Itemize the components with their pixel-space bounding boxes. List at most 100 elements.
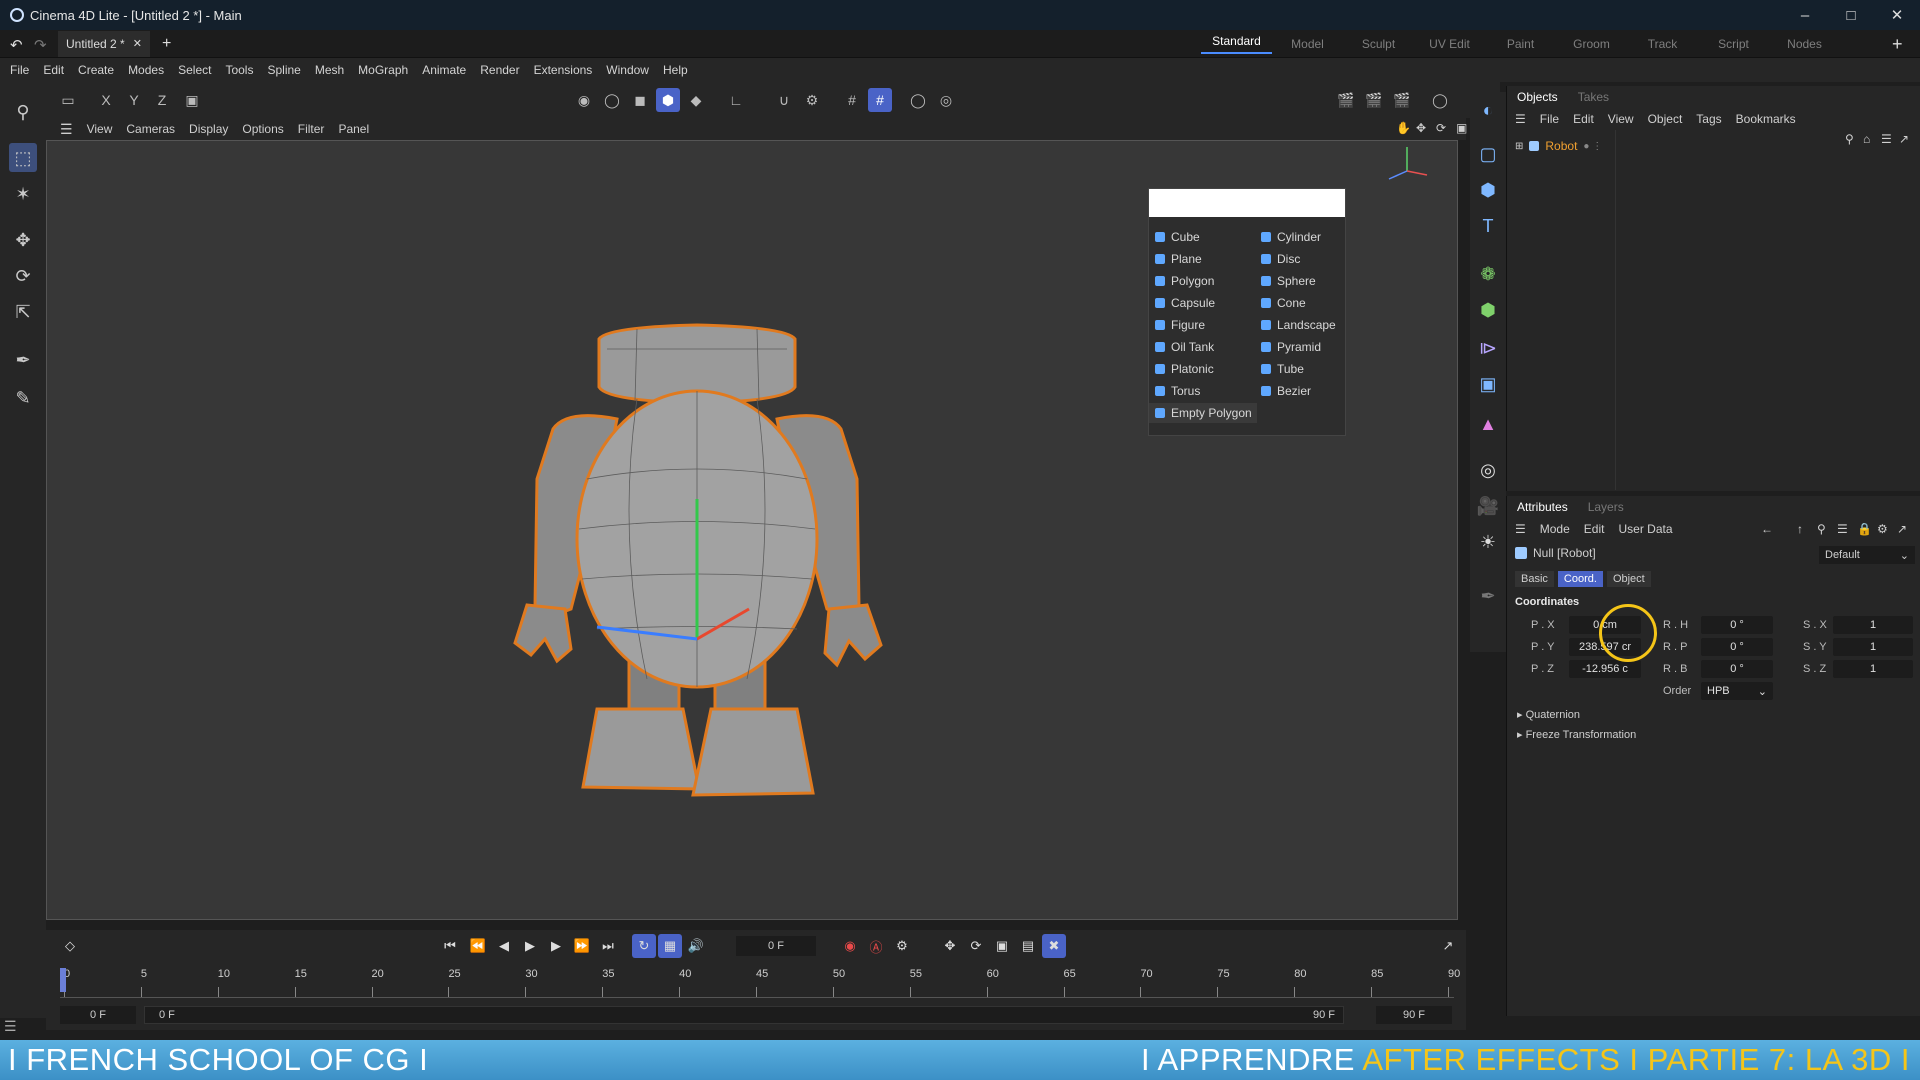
sketch-tool-icon[interactable]: ✎ (9, 384, 37, 412)
popup-item-landscape[interactable]: Landscape (1255, 315, 1336, 335)
current-frame-field[interactable]: 0 F (736, 936, 816, 956)
layout-tab-sculpt[interactable]: Sculpt (1343, 37, 1414, 51)
rb-field[interactable]: 0 ° (1701, 660, 1773, 678)
expand-icon[interactable]: ⊞ (1515, 141, 1523, 152)
autokey-icon[interactable]: Ⓐ (864, 934, 888, 958)
rp-field[interactable]: 0 ° (1701, 638, 1773, 656)
popup-item-oil-tank[interactable]: Oil Tank (1149, 337, 1214, 357)
text-icon[interactable]: T (1474, 212, 1502, 240)
objects-menu-edit[interactable]: Edit (1573, 112, 1594, 126)
field-icon[interactable]: ▣ (1474, 370, 1502, 398)
popup-item-bezier[interactable]: Bezier (1255, 381, 1311, 401)
menu-window[interactable]: Window (606, 63, 649, 77)
undo-icon[interactable]: ↶ (10, 36, 23, 54)
snap-settings-icon[interactable]: ⚙ (800, 88, 824, 112)
popup-item-cone[interactable]: Cone (1255, 293, 1306, 313)
popup-item-platonic[interactable]: Platonic (1149, 359, 1214, 379)
status-menu-icon[interactable]: ☰ (4, 1018, 17, 1035)
robot-model[interactable] (487, 309, 907, 849)
expand-icon[interactable]: ↗ (1897, 522, 1907, 536)
maximize-button[interactable]: □ (1828, 0, 1874, 30)
viewport-pan-icon[interactable]: ✋ (1396, 121, 1411, 135)
objects-menu-tags[interactable]: Tags (1696, 112, 1721, 126)
spline-pen-icon[interactable]: ✒ (9, 346, 37, 374)
uv-mode-icon[interactable]: ◆ (684, 88, 708, 112)
layout-tab-track[interactable]: Track (1627, 37, 1698, 51)
key-param-icon[interactable]: ▤ (1016, 934, 1040, 958)
layout-tab-script[interactable]: Script (1698, 37, 1769, 51)
sx-field[interactable]: 1 (1833, 616, 1913, 634)
back-arrow-icon[interactable]: ← (1761, 522, 1773, 536)
home-icon[interactable]: ⌂ (1863, 132, 1870, 146)
popup-item-plane[interactable]: Plane (1149, 249, 1202, 269)
sound-icon[interactable]: 🔊 (684, 934, 708, 958)
rh-field[interactable]: 0 ° (1701, 616, 1773, 634)
objects-menu-view[interactable]: View (1608, 112, 1634, 126)
layout-tab-paint[interactable]: Paint (1485, 37, 1556, 51)
search-icon[interactable]: ⚲ (9, 98, 37, 126)
rotate-tool-icon[interactable]: ⟳ (9, 262, 37, 290)
document-tab[interactable]: Untitled 2 * ✕ (58, 30, 150, 57)
popup-item-sphere[interactable]: Sphere (1255, 271, 1316, 291)
menu-tools[interactable]: Tools (225, 63, 253, 77)
layout-tab-groom[interactable]: Groom (1556, 37, 1627, 51)
paint-icon[interactable]: ✒ (1474, 582, 1502, 610)
record-icon[interactable]: ◉ (838, 934, 862, 958)
objects-menu-file[interactable]: File (1540, 112, 1559, 126)
popup-item-tube[interactable]: Tube (1255, 359, 1304, 379)
x-axis-button[interactable]: X (94, 88, 118, 112)
key-pla-icon[interactable]: ✖ (1042, 934, 1066, 958)
subtab-object[interactable]: Object (1606, 571, 1651, 587)
go-to-end-icon[interactable]: ⏭ (596, 934, 620, 958)
attributes-menu-user-data[interactable]: User Data (1618, 522, 1672, 536)
render-view-icon[interactable]: 🎬 (1334, 88, 1358, 112)
popup-item-disc[interactable]: Disc (1255, 249, 1300, 269)
subtab-coord[interactable]: Coord. (1557, 571, 1603, 587)
layout-tab-uv-edit[interactable]: UV Edit (1414, 37, 1485, 51)
menu-modes[interactable]: Modes (128, 63, 164, 77)
previous-frame-icon[interactable]: ◀ (492, 934, 516, 958)
menu-extensions[interactable]: Extensions (534, 63, 593, 77)
playhead[interactable] (60, 968, 66, 992)
key-rotation-icon[interactable]: ⟳ (964, 934, 988, 958)
mograph-icon[interactable]: ▲ (1474, 410, 1502, 438)
keyframe-icon[interactable]: ◇ (58, 934, 82, 958)
popup-item-cube[interactable]: Cube (1149, 227, 1200, 247)
viewport-menu-icon[interactable]: ☰ (60, 121, 73, 138)
menu-help[interactable]: Help (663, 63, 688, 77)
attributes-menu-edit[interactable]: Edit (1584, 522, 1605, 536)
scale-tool-icon[interactable]: ⇱ (9, 298, 37, 326)
z-axis-button[interactable]: Z (150, 88, 174, 112)
snap-grid-icon[interactable]: # (868, 88, 892, 112)
close-button[interactable]: ✕ (1874, 0, 1920, 30)
expand-icon[interactable]: ↗ (1899, 132, 1909, 146)
previous-key-icon[interactable]: ⏪ (466, 934, 490, 958)
tab-layers[interactable]: Layers (1578, 500, 1634, 514)
menu-file[interactable]: File (10, 63, 29, 77)
popup-item-torus[interactable]: Torus (1149, 381, 1200, 401)
search-icon[interactable]: ⚲ (1817, 522, 1826, 536)
points-mode-icon[interactable]: ◉ (572, 88, 596, 112)
layout-tab-standard[interactable]: Standard (1201, 34, 1272, 54)
popup-item-capsule[interactable]: Capsule (1149, 293, 1215, 313)
up-arrow-icon[interactable]: ↑ (1797, 522, 1803, 536)
layout-tab-nodes[interactable]: Nodes (1769, 37, 1840, 51)
viewport-menu-filter[interactable]: Filter (298, 122, 325, 136)
render-to-picture-viewer-icon[interactable]: 🎬 (1362, 88, 1386, 112)
menu-select[interactable]: Select (178, 63, 211, 77)
object-name[interactable]: Robot (1545, 139, 1577, 153)
loop-icon[interactable]: ↻ (632, 934, 656, 958)
redo-icon[interactable]: ↷ (34, 36, 47, 54)
add-layout-icon[interactable]: + (1892, 34, 1903, 55)
range-end-field[interactable]: 90 F (1376, 1006, 1452, 1024)
menu-mograph[interactable]: MoGraph (358, 63, 408, 77)
soft-selection-icon[interactable]: ◯ (906, 88, 930, 112)
popup-item-cylinder[interactable]: Cylinder (1255, 227, 1321, 247)
timeline-ruler[interactable]: 0 5 10 15 20 25 30 35 40 45 50 55 60 65 70 75 80 85 90 (60, 968, 1460, 998)
preset-dropdown[interactable]: Default ⌄ (1819, 546, 1915, 564)
magnet-icon[interactable]: ∪ (772, 88, 796, 112)
subtab-basic[interactable]: Basic (1515, 571, 1554, 587)
collapsible-freeze-transformation[interactable]: ▸ Freeze Transformation (1517, 728, 1636, 741)
menu-animate[interactable]: Animate (422, 63, 466, 77)
tab-takes[interactable]: Takes (1568, 90, 1619, 104)
